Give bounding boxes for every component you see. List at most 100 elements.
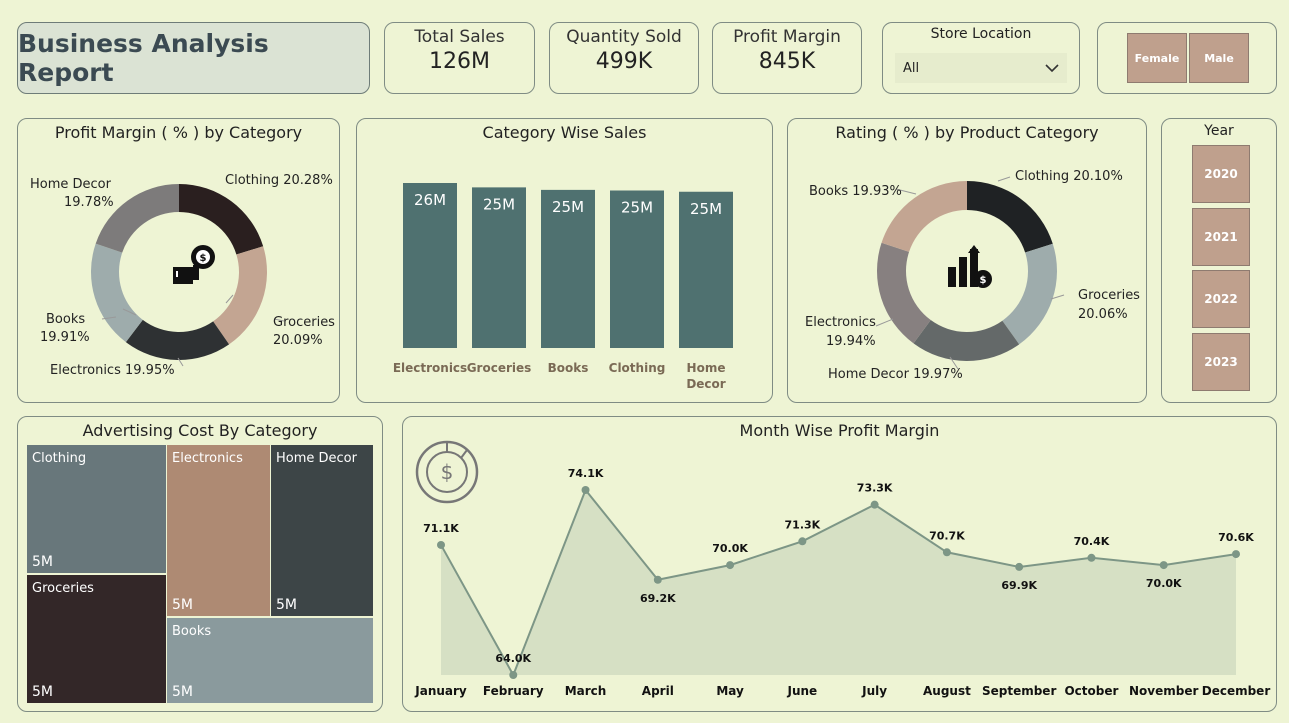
year-2022-button[interactable]: 2022	[1192, 270, 1250, 328]
store-location-value: All	[903, 60, 920, 76]
gender-male-button[interactable]: Male	[1189, 33, 1249, 83]
treemap-label: Books	[172, 624, 212, 639]
year-2020-button[interactable]: 2020	[1192, 145, 1250, 203]
slice-value-groceries: 20.09%	[273, 333, 323, 348]
slice-label-groceries: Groceries	[1078, 288, 1140, 303]
bar-value-label: 25M	[552, 198, 584, 216]
data-label: 70.4K	[1074, 535, 1110, 548]
growth-dollar-icon: $	[948, 245, 992, 288]
data-point-january[interactable]	[437, 540, 445, 549]
donut-slice-home-decor[interactable]	[913, 320, 1020, 361]
dollar-chart-icon: $	[415, 440, 479, 504]
chart-title: Advertising Cost By Category	[82, 421, 318, 440]
bar-category-label: Electronics	[393, 361, 467, 375]
bar-category-label: Groceries	[467, 361, 532, 375]
svg-text:$: $	[980, 275, 987, 286]
donut-slice-groceries[interactable]	[1002, 243, 1057, 345]
bar-value-label: 25M	[621, 199, 653, 217]
svg-text:$: $	[441, 460, 454, 484]
data-point-november[interactable]	[1159, 561, 1168, 570]
x-tick-label: June	[787, 684, 818, 698]
year-2021-button[interactable]: 2021	[1192, 208, 1250, 266]
rating-donut-chart: $ Clothing 20.10% Books 19.93% Groceries…	[805, 169, 1140, 382]
rating-donut-card: Rating ( % ) by Product Category $ Cloth…	[787, 118, 1147, 403]
x-tick-label: January	[414, 684, 467, 698]
data-point-march[interactable]	[581, 486, 590, 494]
treemap-cell-clothing[interactable]: Clothing 5M	[27, 445, 166, 573]
store-location-dropdown[interactable]: All	[895, 53, 1067, 83]
treemap-cell-home-decor[interactable]: Home Decor 5M	[271, 445, 373, 616]
donut-slice-electronics[interactable]	[125, 319, 230, 360]
data-label: 71.3K	[785, 518, 821, 531]
slice-value-home-decor: 19.78%	[64, 195, 114, 210]
profit-margin-donut-card: Profit Margin ( % ) by Category $ Clothi…	[17, 118, 340, 403]
category-sales-bar-chart: 26M Electronics 25M Groceries 25M Books 25M Clo…	[393, 183, 733, 391]
data-point-june[interactable]	[798, 537, 807, 546]
data-point-july[interactable]	[870, 500, 879, 509]
slice-value-groceries: 20.06%	[1078, 307, 1128, 322]
data-point-december[interactable]	[1232, 550, 1240, 559]
x-tick-label: August	[923, 684, 971, 698]
gender-slicer: Female Male	[1097, 22, 1277, 94]
bar-value-label: 26M	[414, 191, 446, 209]
donut-slice-books[interactable]	[90, 243, 143, 343]
treemap-label: Home Decor	[276, 451, 357, 466]
treemap-value: 5M	[32, 554, 53, 570]
kpi-total-sales: Total Sales 126M	[384, 22, 535, 94]
slice-label-home-decor: Home Decor 19.97%	[828, 367, 963, 382]
x-tick-label: November	[1129, 684, 1198, 698]
slice-label-electronics: Electronics	[805, 315, 876, 330]
data-point-april[interactable]	[653, 575, 662, 584]
data-point-september[interactable]	[1015, 562, 1024, 571]
chevron-down-icon	[1045, 63, 1059, 72]
data-label: 64.0K	[495, 652, 531, 665]
treemap-cell-groceries[interactable]: Groceries 5M	[27, 575, 166, 703]
treemap-cell-books[interactable]: Books 5M	[167, 618, 373, 703]
data-point-october[interactable]	[1087, 553, 1096, 562]
slice-label-home-decor: Home Decor	[30, 177, 112, 192]
year-slicer: Year 2020 2021 2022 2023	[1161, 118, 1277, 403]
kpi-value: 499K	[595, 49, 653, 74]
kpi-label: Total Sales	[414, 27, 505, 47]
slice-label-clothing: Clothing 20.28%	[225, 173, 333, 188]
bar-category-label: Home	[687, 361, 726, 375]
advertising-cost-card: Advertising Cost By Category Clothing 5M…	[17, 416, 383, 712]
kpi-label: Quantity Sold	[566, 27, 682, 47]
slice-label-groceries: Groceries	[273, 315, 335, 330]
treemap-value: 5M	[172, 684, 193, 700]
x-tick-label: April	[642, 684, 674, 698]
data-label: 70.7K	[929, 529, 965, 542]
kpi-label: Profit Margin	[733, 27, 841, 47]
profit-margin-donut-chart: $ Clothing 20.28% Home Decor 19.78% Book…	[30, 173, 335, 378]
gender-female-button[interactable]: Female	[1127, 33, 1187, 83]
x-tick-label: July	[861, 684, 887, 698]
data-label: 73.3K	[857, 482, 893, 495]
month-profit-card: Month Wise Profit Margin $ 71.1K January 6…	[402, 416, 1277, 712]
donut-slice-clothing[interactable]	[179, 184, 264, 255]
data-label: 70.6K	[1218, 531, 1254, 544]
svg-text:$: $	[200, 253, 207, 264]
data-point-august[interactable]	[942, 548, 951, 557]
donut-slice-clothing[interactable]	[967, 181, 1053, 253]
bar-category-label: Clothing	[609, 361, 666, 375]
report-title: Business Analysis Report	[18, 29, 269, 87]
donut-slice-electronics[interactable]	[877, 242, 931, 344]
slice-label-clothing: Clothing 20.10%	[1015, 169, 1123, 184]
data-label: 69.9K	[1001, 579, 1037, 592]
year-2023-button[interactable]: 2023	[1192, 333, 1250, 391]
treemap-label: Electronics	[172, 451, 243, 466]
slice-value-electronics: 19.94%	[826, 334, 876, 349]
slice-value-books: 19.91%	[40, 330, 90, 345]
treemap-label: Groceries	[32, 581, 94, 596]
data-point-may[interactable]	[726, 561, 735, 570]
bar-category-label: Books	[548, 361, 589, 375]
kpi-value: 845K	[758, 49, 816, 74]
data-label: 70.0K	[712, 542, 748, 555]
x-tick-label: March	[565, 684, 607, 698]
treemap-cell-electronics[interactable]: Electronics 5M	[167, 445, 270, 616]
year-slicer-title: Year	[1204, 123, 1234, 139]
data-point-february[interactable]	[509, 671, 518, 679]
bar-category-label: Decor	[686, 377, 725, 391]
data-label: 74.1K	[568, 467, 604, 480]
donut-slice-groceries[interactable]	[213, 246, 267, 345]
